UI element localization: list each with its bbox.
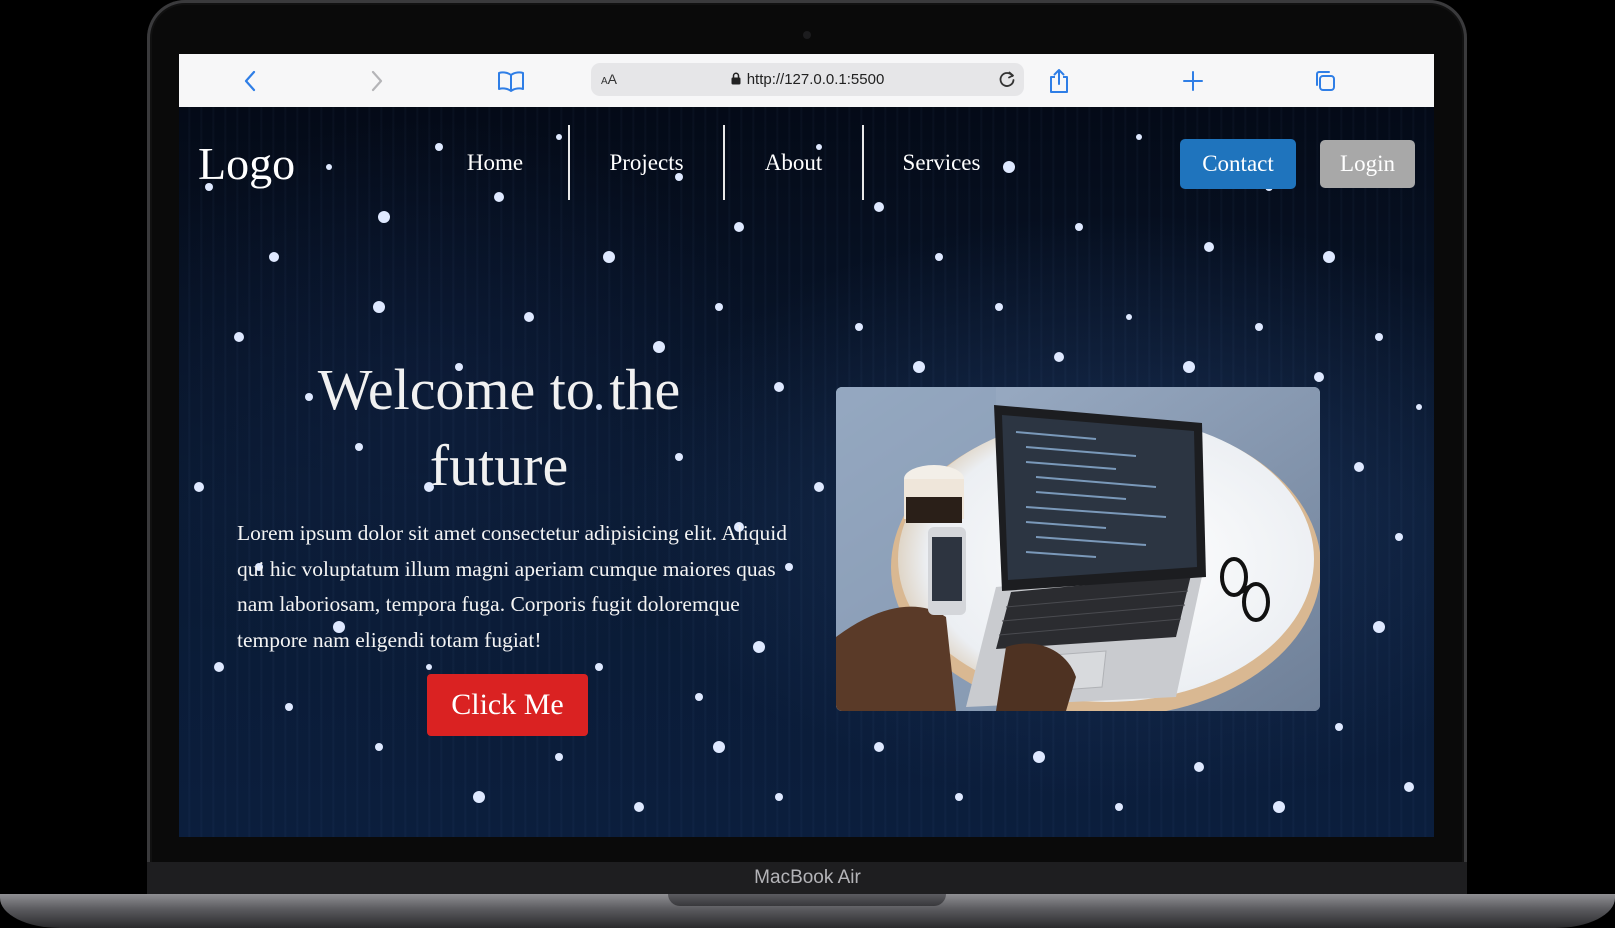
laptop-hinge-notch	[668, 894, 946, 906]
web-page: Logo Home Projects About Services Contac…	[179, 107, 1434, 837]
back-icon[interactable]	[235, 66, 265, 96]
browser-toolbar: AA http://127.0.0.1:5500	[179, 54, 1434, 108]
main-nav: Home Projects About Services	[422, 125, 1019, 200]
laptop-photo-illustration	[836, 387, 1320, 711]
hero-title: Welcome to the future	[317, 357, 681, 498]
nav-about[interactable]: About	[725, 125, 862, 200]
reload-icon[interactable]	[996, 68, 1018, 90]
site-logo[interactable]: Logo	[198, 137, 295, 190]
nav-projects[interactable]: Projects	[570, 125, 723, 200]
camera-icon	[803, 31, 811, 39]
click-me-button[interactable]: Click Me	[427, 674, 588, 736]
device-label: MacBook Air	[754, 867, 861, 888]
url-display[interactable]: http://127.0.0.1:5500	[591, 71, 1024, 88]
tabs-icon[interactable]	[1310, 66, 1340, 96]
address-bar[interactable]: AA http://127.0.0.1:5500	[591, 63, 1024, 96]
url-text: http://127.0.0.1:5500	[746, 71, 885, 88]
nav-home[interactable]: Home	[422, 125, 568, 200]
share-icon[interactable]	[1044, 66, 1074, 96]
hero-description: Lorem ipsum dolor sit amet consectetur a…	[237, 521, 787, 652]
new-tab-icon[interactable]	[1178, 66, 1208, 96]
forward-icon[interactable]	[362, 66, 392, 96]
laptop-screen: AA http://127.0.0.1:5500 Logo Home Proje…	[179, 54, 1434, 837]
nav-services[interactable]: Services	[864, 125, 1019, 200]
login-button[interactable]: Login	[1320, 140, 1415, 188]
contact-button[interactable]: Contact	[1180, 139, 1296, 189]
hero-photo-laptop	[836, 387, 1320, 711]
lock-icon	[731, 72, 741, 85]
bookmarks-icon[interactable]	[496, 66, 526, 96]
